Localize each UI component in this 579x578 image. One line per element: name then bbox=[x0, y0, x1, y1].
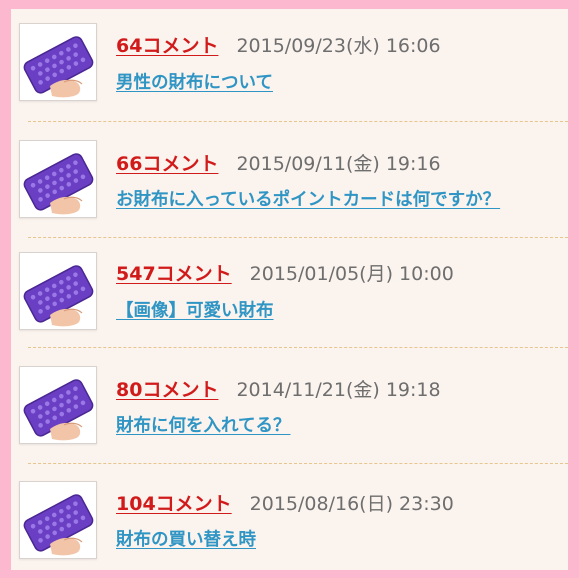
wallet-thumbnail[interactable] bbox=[19, 23, 97, 101]
wallet-thumbnail[interactable] bbox=[19, 481, 97, 559]
post-date: 2014/11/21(金) 19:18 bbox=[236, 379, 441, 401]
post-date: 2015/09/11(金) 19:16 bbox=[236, 153, 441, 175]
post-date: 2015/09/23(水) 16:06 bbox=[236, 35, 441, 57]
comment-count-link[interactable]: 66コメント bbox=[116, 153, 218, 175]
item-meta: 66コメント 2015/09/11(金) 19:16 bbox=[116, 152, 441, 176]
item-meta: 104コメント 2015/08/16(日) 23:30 bbox=[116, 492, 454, 516]
list-item: 104コメント 2015/08/16(日) 23:30 財布の買い替え時 bbox=[11, 463, 568, 570]
purple-wallet-image bbox=[20, 253, 96, 329]
article-title-link[interactable]: 財布の買い替え時 bbox=[116, 528, 256, 552]
purple-wallet-image bbox=[20, 24, 96, 100]
list-item: 66コメント 2015/09/11(金) 19:16 お財布に入っているポイントカ… bbox=[11, 121, 568, 233]
article-title-link[interactable]: 【画像】可愛い財布 bbox=[116, 299, 274, 323]
dashed-divider bbox=[28, 347, 568, 348]
list-item: 547コメント 2015/01/05(月) 10:00 【画像】可愛い財布 bbox=[11, 237, 568, 349]
comment-count-link[interactable]: 64コメント bbox=[116, 35, 218, 57]
dashed-divider bbox=[28, 237, 568, 238]
list-item: 80コメント 2014/11/21(金) 19:18 財布に何を入れてる？ bbox=[11, 347, 568, 459]
comment-count-link[interactable]: 547コメント bbox=[116, 263, 232, 285]
dashed-divider bbox=[28, 121, 568, 122]
post-date: 2015/08/16(日) 23:30 bbox=[249, 493, 454, 515]
post-date: 2015/01/05(月) 10:00 bbox=[249, 263, 454, 285]
dashed-divider bbox=[28, 463, 568, 464]
list-item: 64コメント 2015/09/23(水) 16:06 男性の財布について bbox=[11, 9, 568, 121]
item-meta: 80コメント 2014/11/21(金) 19:18 bbox=[116, 378, 441, 402]
item-meta: 547コメント 2015/01/05(月) 10:00 bbox=[116, 262, 454, 286]
article-title-link[interactable]: お財布に入っているポイントカードは何ですか？ bbox=[116, 188, 500, 212]
purple-wallet-image bbox=[20, 482, 96, 558]
purple-wallet-image bbox=[20, 367, 96, 443]
comment-count-link[interactable]: 80コメント bbox=[116, 379, 218, 401]
comment-count-link[interactable]: 104コメント bbox=[116, 493, 232, 515]
wallet-thumbnail[interactable] bbox=[19, 366, 97, 444]
wallet-thumbnail[interactable] bbox=[19, 140, 97, 218]
article-list-panel: 64コメント 2015/09/23(水) 16:06 男性の財布について 66コ… bbox=[11, 9, 568, 570]
purple-wallet-image bbox=[20, 141, 96, 217]
wallet-thumbnail[interactable] bbox=[19, 252, 97, 330]
item-meta: 64コメント 2015/09/23(水) 16:06 bbox=[116, 34, 441, 58]
article-title-link[interactable]: 財布に何を入れてる？ bbox=[116, 414, 290, 438]
article-title-link[interactable]: 男性の財布について bbox=[116, 71, 273, 95]
